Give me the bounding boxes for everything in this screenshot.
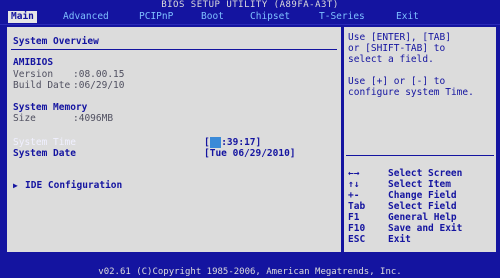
key-description: Change Field <box>388 190 457 201</box>
system-time-label[interactable]: System Time <box>13 137 76 148</box>
help-line: configure system Time. <box>348 87 474 98</box>
build-date-label: Build Date <box>13 80 71 91</box>
system-memory-label: System Memory <box>13 102 88 113</box>
tab-exit[interactable]: Exit <box>393 11 422 23</box>
memory-size-value: :4096MB <box>73 113 114 124</box>
main-panel: System Overview AMIBIOS Version :08.00.1… <box>6 26 342 253</box>
key-name: +- <box>348 190 360 201</box>
key-name: Tab <box>348 201 366 212</box>
version-value: :08.00.15 <box>73 69 125 80</box>
memory-size-label: Size <box>13 113 36 124</box>
help-line: select a field. <box>348 54 434 65</box>
system-overview-heading: System Overview <box>13 36 99 47</box>
system-date-value[interactable]: [Tue 06/29/2010] <box>204 148 296 159</box>
time-rest: :39:17] <box>221 137 262 148</box>
copyright-footer: v02.61 (C)Copyright 1985-2006, American … <box>98 267 402 277</box>
key-description: Save and Exit <box>388 223 463 234</box>
key-description: Select Field <box>388 201 457 212</box>
tab-t-series[interactable]: T-Series <box>316 11 368 23</box>
key-name: F1 <box>348 212 360 223</box>
bios-title: BIOS SETUP UTILITY (A89FA-A3T) <box>161 0 339 10</box>
key-description: General Help <box>388 212 457 223</box>
version-label: Version <box>13 69 54 80</box>
help-line: or [SHIFT-TAB] to <box>348 43 446 54</box>
tab-pcipnp[interactable]: PCIPnP <box>136 11 176 23</box>
help-line: Use [ENTER], [TAB] <box>348 32 451 43</box>
tab-boot[interactable]: Boot <box>198 11 227 23</box>
help-line: Use [+] or [-] to <box>348 76 446 87</box>
build-date-value: :06/29/10 <box>73 80 125 91</box>
tab-main[interactable]: Main <box>8 11 37 23</box>
amibios-label: AMIBIOS <box>13 57 54 68</box>
time-open-bracket: [ <box>204 137 210 148</box>
help-panel: Use [ENTER], [TAB] or [SHIFT-TAB] to sel… <box>343 26 497 253</box>
time-field-cursor[interactable] <box>209 137 222 148</box>
key-description: Select Item <box>388 179 451 190</box>
ide-arrow-icon: ▶ <box>13 181 18 190</box>
system-time-value[interactable]: [ :39:17] <box>204 137 261 148</box>
tab-advanced[interactable]: Advanced <box>60 11 112 23</box>
key-description: Select Screen <box>388 168 463 179</box>
key-name: ←→ <box>348 168 360 179</box>
key-name: ESC <box>348 234 366 245</box>
tab-chipset[interactable]: Chipset <box>247 11 293 23</box>
key-description: Exit <box>388 234 411 245</box>
system-date-label[interactable]: System Date <box>13 148 76 159</box>
help-divider <box>346 155 494 156</box>
heading-divider <box>11 49 337 50</box>
ide-configuration-item[interactable]: IDE Configuration <box>25 180 122 191</box>
key-name: F10 <box>348 223 366 234</box>
key-name: ↑↓ <box>348 179 360 190</box>
menu-bar: Main Advanced PCIPnP Boot Chipset T-Seri… <box>0 10 500 25</box>
